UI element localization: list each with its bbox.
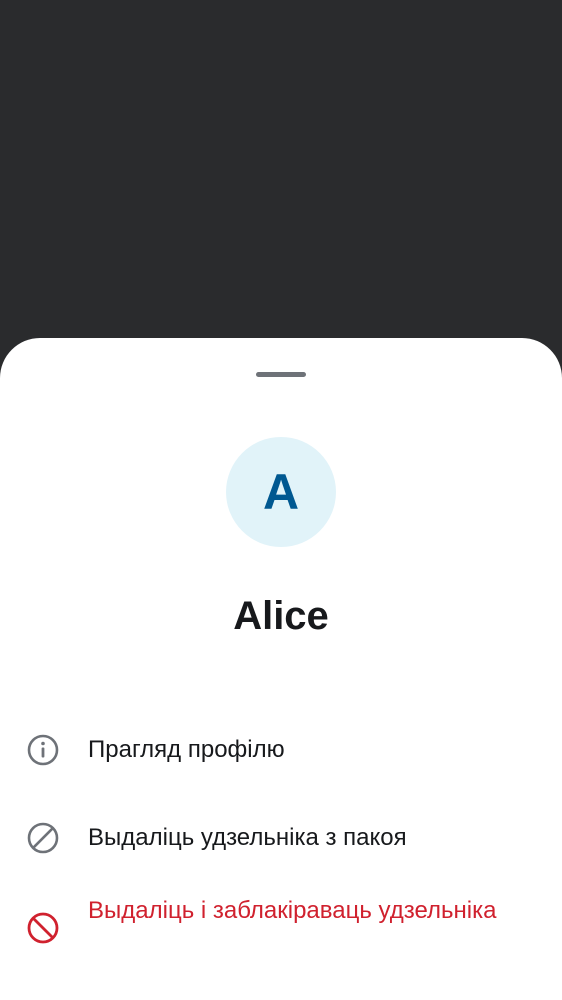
avatar-initial: A: [262, 464, 300, 520]
drag-handle[interactable]: [256, 372, 306, 377]
block-icon: [26, 821, 60, 855]
info-icon: [26, 733, 60, 767]
remove-and-ban-label: Выдаліць і заблакіраваць удзельніка: [88, 897, 497, 924]
view-profile-action[interactable]: Прагляд профілю: [0, 733, 562, 767]
avatar: A: [226, 437, 336, 547]
member-name: Alice: [233, 594, 329, 638]
view-profile-label: Прагляд профілю: [88, 736, 285, 763]
remove-from-room-label: Выдаліць удзельніка з пакоя: [88, 824, 407, 851]
remove-and-ban-action[interactable]: Выдаліць і заблакіраваць удзельніка: [0, 894, 562, 962]
ban-icon: [26, 911, 60, 945]
member-bottom-sheet: A Alice Прагляд профілю Выдаліць удзельн…: [0, 338, 562, 1000]
remove-from-room-action[interactable]: Выдаліць удзельніка з пакоя: [0, 821, 562, 855]
dimmed-background-scrim[interactable]: [0, 0, 562, 338]
